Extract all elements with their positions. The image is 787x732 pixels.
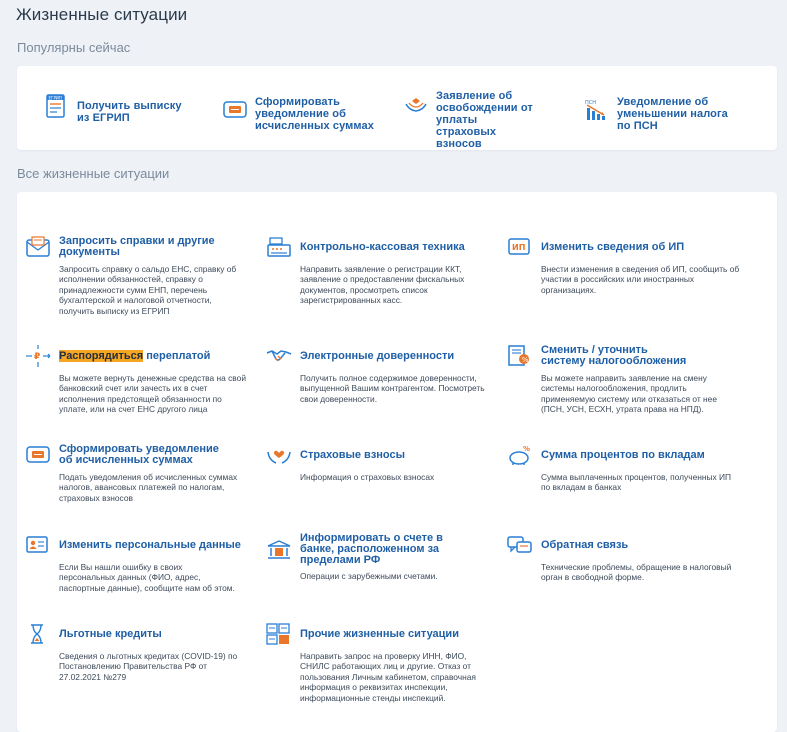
ip-edit-icon: ИП bbox=[507, 236, 533, 258]
popular-item-notification[interactable]: Сформировать уведомление об исчисленных … bbox=[221, 96, 383, 132]
situation-change-ip-info[interactable]: ИП Изменить сведения об ИП Внести измене… bbox=[507, 235, 739, 295]
situation-title: Информировать о счете в банке, расположе… bbox=[300, 532, 443, 566]
situation-title: Электронные доверенности bbox=[300, 349, 455, 362]
popular-item-label: Получить выписку из ЕГРИП bbox=[77, 100, 182, 124]
situation-title: Сформировать уведомление об исчисленных … bbox=[59, 443, 219, 466]
grid-documents-icon bbox=[266, 623, 292, 645]
popular-section-title: Популярны сейчас bbox=[17, 40, 131, 55]
situation-description: Вы можете направить заявление на смену с… bbox=[541, 373, 718, 415]
notification-envelope-icon bbox=[25, 444, 51, 466]
situation-title: Изменить персональные данные bbox=[59, 538, 241, 551]
situation-description: Подать уведомления об исчисленных суммах… bbox=[59, 472, 238, 503]
situation-title: Контрольно-кассовая техника bbox=[300, 240, 465, 253]
popular-item-label: Сформировать уведомление об исчисленных … bbox=[255, 96, 374, 132]
situation-preferential-loans[interactable]: Льготные кредиты Сведения о льготных кре… bbox=[25, 622, 257, 682]
notification-envelope-icon bbox=[221, 96, 249, 124]
situation-description: Направить заявление о регистрации ККТ, з… bbox=[300, 264, 465, 306]
situation-description: Внести изменения в сведения об ИП, сообщ… bbox=[541, 264, 740, 295]
tax-system-icon: % bbox=[507, 345, 533, 367]
situation-overpayment[interactable]: ₽ Распорядиться переплатой Вы можете вер… bbox=[25, 344, 257, 415]
popular-item-insurance-exemption[interactable]: Заявление об освобождении от уплаты стра… bbox=[402, 90, 536, 150]
situation-description: Если Вы нашли ошибку в своих персональны… bbox=[59, 562, 235, 593]
chat-bubbles-icon bbox=[507, 534, 533, 556]
page-title: Жизненные ситуации bbox=[16, 5, 188, 24]
svg-text:ПСН: ПСН bbox=[585, 100, 596, 106]
situation-tax-system[interactable]: % Сменить / уточнить систему налогооблож… bbox=[507, 344, 739, 415]
popular-item-egrip[interactable]: ЕГРИП Получить выписку из ЕГРИП bbox=[43, 92, 187, 124]
situation-title: Обратная связь bbox=[541, 538, 629, 551]
svg-text:ЕГРИП: ЕГРИП bbox=[49, 95, 62, 100]
situation-foreign-bank-account[interactable]: Информировать о счете в банке, расположе… bbox=[266, 533, 498, 581]
egrip-document-icon: ЕГРИП bbox=[43, 92, 71, 120]
popular-item-psn[interactable]: ПСН Уведомление об уменьшении налога по … bbox=[583, 96, 742, 132]
situation-title: Запросить справки и другие документы bbox=[59, 235, 215, 258]
situation-other[interactable]: Прочие жизненные ситуации Направить запр… bbox=[266, 622, 498, 703]
cash-register-icon bbox=[266, 236, 292, 258]
svg-text:ИП: ИП bbox=[512, 243, 525, 252]
situation-e-power-of-attorney[interactable]: Электронные доверенности Получить полное… bbox=[266, 344, 498, 404]
all-section-title: Все жизненные ситуации bbox=[17, 166, 170, 181]
piggy-bank-icon: % bbox=[507, 444, 533, 466]
situation-notification-sums[interactable]: Сформировать уведомление об исчисленных … bbox=[25, 443, 257, 503]
heart-hands-icon bbox=[266, 444, 292, 466]
situation-description: Вы можете вернуть денежные средства на с… bbox=[59, 373, 246, 415]
situation-deposit-interest[interactable]: % Сумма процентов по вкладам Сумма выпла… bbox=[507, 443, 739, 493]
popular-item-label: Заявление об освобождении от уплаты стра… bbox=[436, 90, 533, 150]
popular-card: ЕГРИП Получить выписку из ЕГРИП Сформиро… bbox=[17, 66, 777, 150]
situation-title: Страховые взносы bbox=[300, 448, 406, 461]
hourglass-icon bbox=[25, 623, 51, 645]
situation-description: Информация о страховых взносах bbox=[300, 472, 435, 482]
svg-text:%: % bbox=[522, 356, 529, 364]
situation-title: Сменить / уточнить систему налогообложен… bbox=[541, 344, 687, 367]
situation-cash-register[interactable]: Контрольно-кассовая техника Направить за… bbox=[266, 235, 498, 306]
insurance-hands-icon bbox=[402, 90, 430, 118]
situation-description: Направить запрос на проверку ИНН, ФИО, С… bbox=[300, 651, 476, 703]
bank-icon bbox=[266, 539, 292, 561]
situation-description: Сумма выплаченных процентов, полученных … bbox=[541, 472, 732, 493]
situation-title: Распорядиться переплатой bbox=[59, 349, 211, 362]
document-envelope-icon bbox=[25, 236, 51, 258]
situation-description: Запросить справку о сальдо ЕНС, справку … bbox=[59, 264, 237, 316]
situation-personal-data[interactable]: Изменить персональные данные Если Вы наш… bbox=[25, 533, 257, 593]
situation-insurance-contributions[interactable]: Страховые взносы Информация о страховых … bbox=[266, 443, 498, 482]
situation-description: Сведения о льготных кредитах (COVID-19) … bbox=[59, 651, 238, 682]
situation-title: Прочие жизненные ситуации bbox=[300, 627, 459, 640]
situation-title: Льготные кредиты bbox=[59, 627, 162, 640]
search-highlight: Распорядиться bbox=[59, 349, 144, 362]
situation-description: Получить полное содержимое доверенности,… bbox=[300, 373, 485, 404]
ruble-arrows-icon: ₽ bbox=[25, 345, 51, 367]
situation-description: Технические проблемы, обращение в налого… bbox=[541, 562, 732, 583]
situation-feedback[interactable]: Обратная связь Технические проблемы, обр… bbox=[507, 533, 739, 583]
psn-chart-icon: ПСН bbox=[583, 96, 611, 124]
id-card-icon bbox=[25, 534, 51, 556]
situation-title: Изменить сведения об ИП bbox=[541, 240, 685, 253]
svg-text:₽: ₽ bbox=[34, 352, 40, 362]
svg-text:%: % bbox=[523, 445, 530, 453]
situation-description: Операции с зарубежными счетами. bbox=[300, 571, 438, 581]
handshake-icon bbox=[266, 345, 292, 367]
popular-item-label: Уведомление об уменьшении налога по ПСН bbox=[617, 96, 728, 132]
situation-request-documents[interactable]: Запросить справки и другие документы Зап… bbox=[25, 235, 257, 316]
situation-title: Сумма процентов по вкладам bbox=[541, 448, 705, 461]
